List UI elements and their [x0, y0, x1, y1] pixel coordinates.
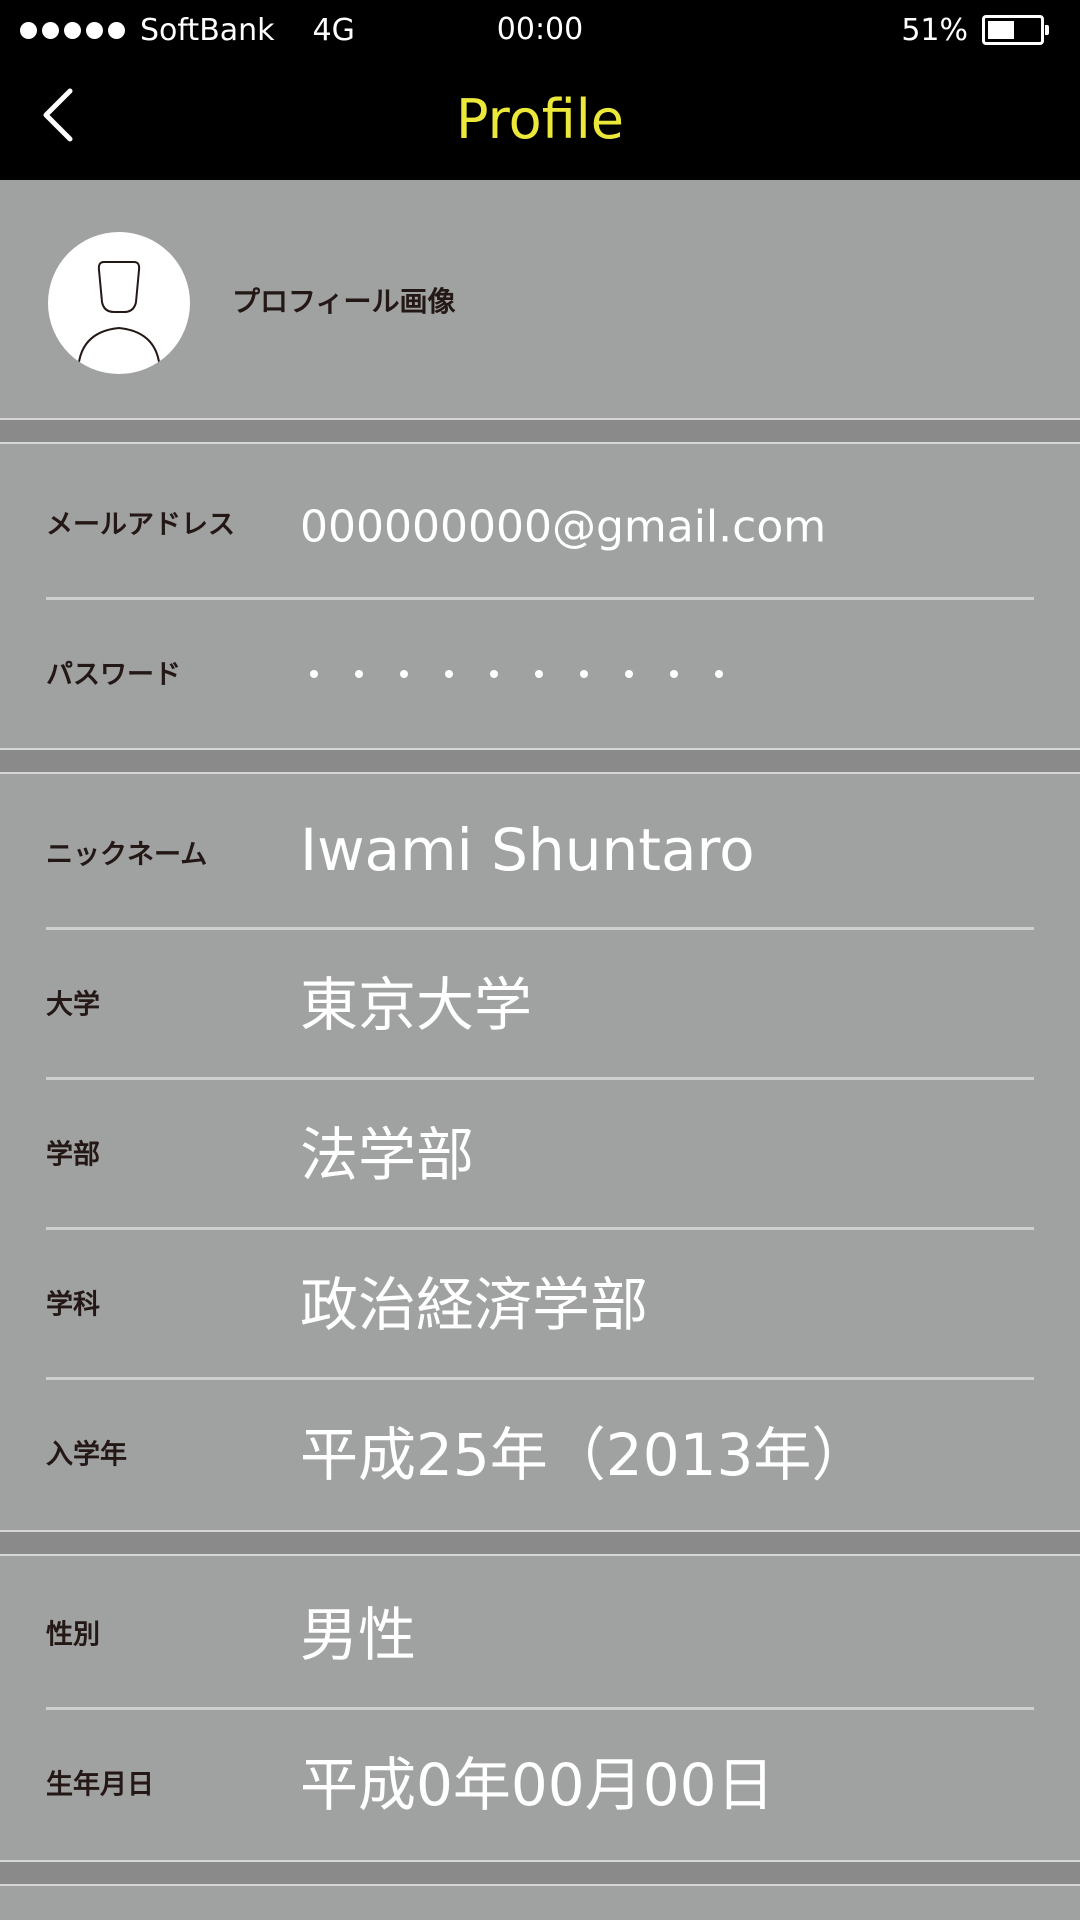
profile-photo-label: プロフィール画像 [232, 285, 456, 318]
battery-icon [982, 15, 1049, 45]
nickname-label: ニックネーム [46, 839, 208, 871]
password-mask-dot [310, 670, 318, 678]
password-row[interactable]: パスワード [0, 600, 1080, 748]
gender-value: 男性 [300, 1601, 417, 1669]
university-label: 大学 [46, 989, 100, 1021]
enrollment-year-value: 平成25年（2013年） [300, 1421, 870, 1489]
password-mask-dot [400, 670, 408, 678]
avatar[interactable] [48, 232, 190, 374]
password-mask-dot [490, 670, 498, 678]
university-value: 東京大学 [300, 971, 533, 1039]
section-separator [0, 418, 1080, 444]
nickname-row[interactable]: ニックネーム Iwami Shuntaro [0, 780, 1080, 930]
enrollment-year-label: 入学年 [46, 1439, 127, 1471]
gender-row[interactable]: 性別 男性 [0, 1562, 1080, 1710]
password-mask-dot [355, 670, 363, 678]
page-title: Profile [456, 88, 624, 151]
birthday-row[interactable]: 生年月日 平成0年00月00日 [0, 1710, 1080, 1860]
password-mask-dot [715, 670, 723, 678]
email-row[interactable]: メールアドレス 000000000@gmail.com [0, 450, 1080, 600]
navigation-bar: Profile [0, 60, 1080, 180]
section-separator [0, 1860, 1080, 1886]
faculty-value: 法学部 [300, 1121, 475, 1189]
avatar-placeholder-icon [77, 261, 161, 374]
email-label: メールアドレス [46, 509, 235, 541]
faculty-row[interactable]: 学部 法学部 [0, 1080, 1080, 1230]
password-mask-dot [580, 670, 588, 678]
department-label: 学科 [46, 1289, 100, 1321]
section-separator [0, 748, 1080, 774]
password-mask-dot [625, 670, 633, 678]
email-value: 000000000@gmail.com [300, 501, 827, 553]
section-separator [0, 1530, 1080, 1556]
battery-percent: 51% [901, 12, 968, 48]
password-mask-dot [535, 670, 543, 678]
gender-label: 性別 [46, 1619, 100, 1651]
nickname-value: Iwami Shuntaro [300, 816, 755, 884]
battery-status: 51% [901, 10, 1049, 50]
enrollment-year-row[interactable]: 入学年 平成25年（2013年） [0, 1380, 1080, 1530]
birthday-value: 平成0年00月00日 [300, 1751, 775, 1819]
status-bar: SoftBank 4G 00:00 51% [0, 0, 1080, 60]
birthday-label: 生年月日 [46, 1769, 154, 1801]
password-value [310, 670, 760, 678]
profile-photo-section: プロフィール画像 [0, 180, 1080, 418]
password-label: パスワード [46, 659, 181, 691]
password-mask-dot [445, 670, 453, 678]
department-row[interactable]: 学科 政治経済学部 [0, 1230, 1080, 1380]
password-mask-dot [670, 670, 678, 678]
department-value: 政治経済学部 [300, 1271, 649, 1339]
university-row[interactable]: 大学 東京大学 [0, 930, 1080, 1080]
faculty-label: 学部 [46, 1139, 100, 1171]
